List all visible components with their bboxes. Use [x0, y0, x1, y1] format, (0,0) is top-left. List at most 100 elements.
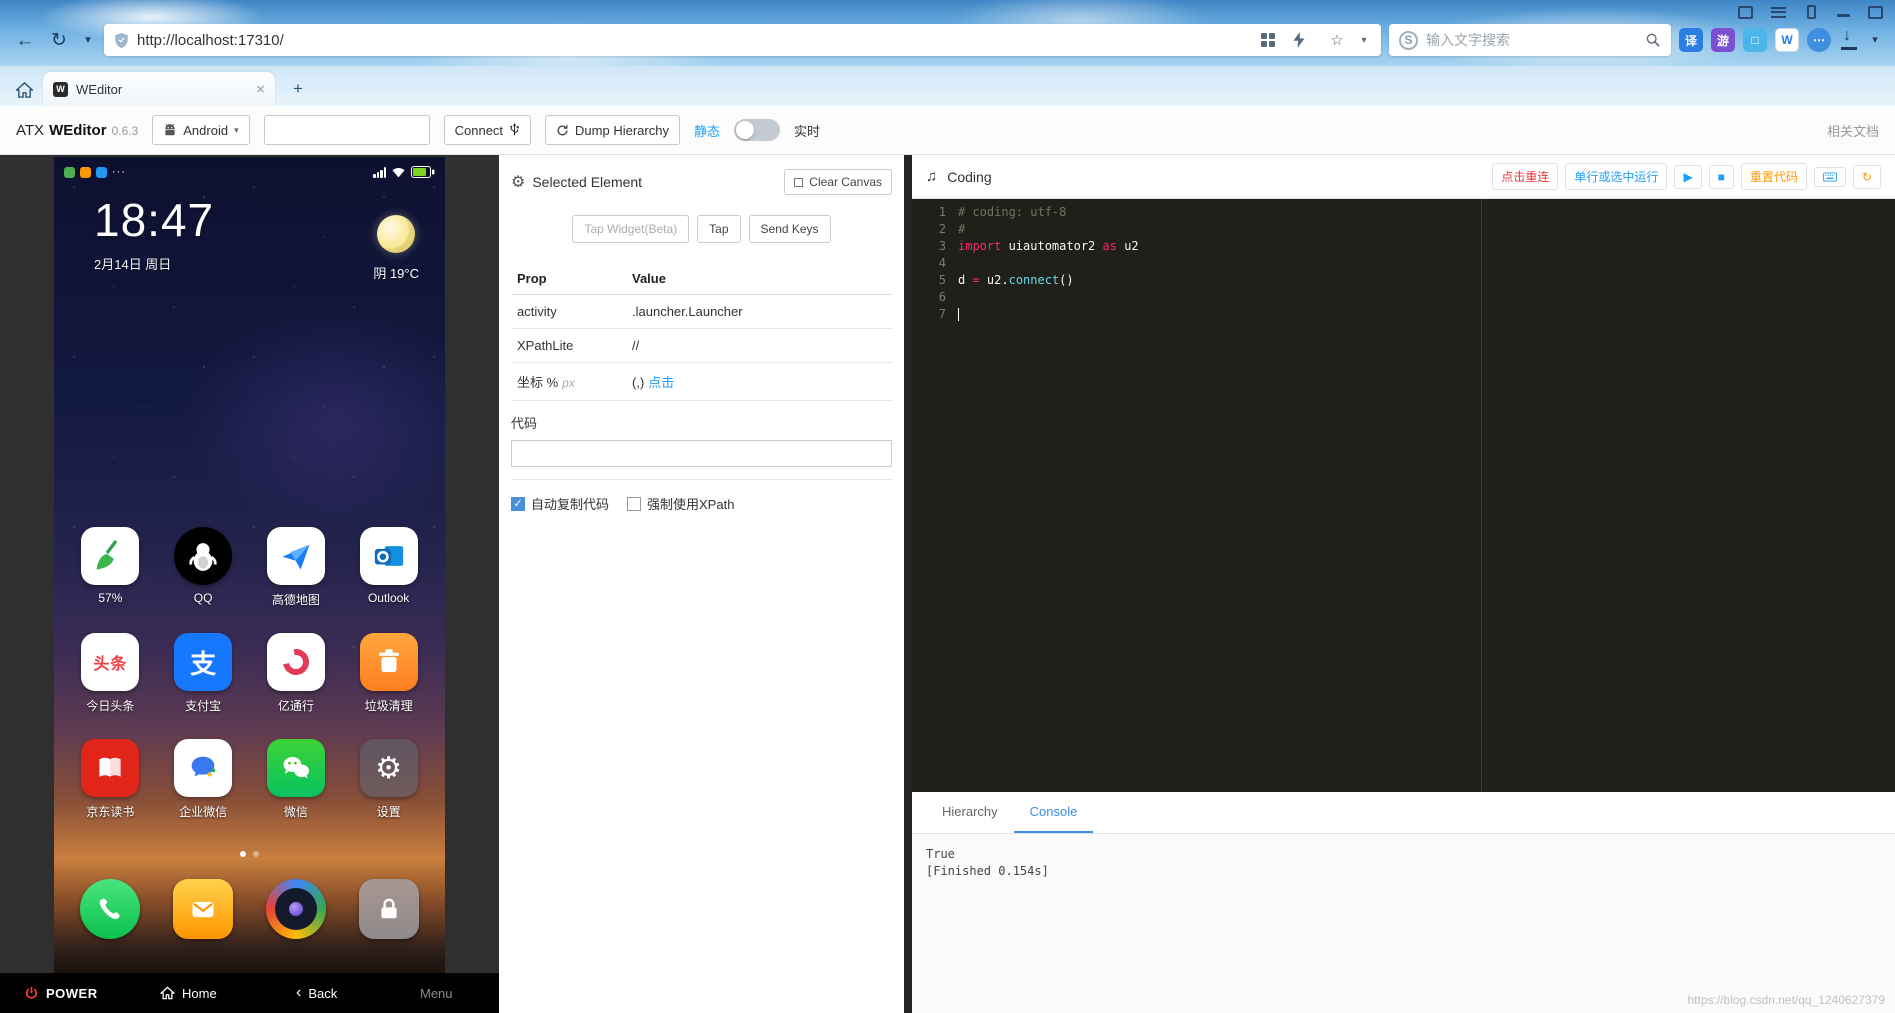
prop-value: (,)点击 — [626, 363, 892, 401]
dock-messages-app[interactable] — [157, 879, 250, 939]
mode-realtime-label[interactable]: 实时 — [794, 121, 820, 140]
options-row: ✓ 自动复制代码 强制使用XPath — [511, 494, 892, 513]
magnifier-icon[interactable] — [1645, 32, 1661, 48]
menu-button[interactable]: Menu — [420, 973, 453, 1013]
coding-header: ♫ Coding 点击重连 单行或选中运行 ▶ ■ 重置代码 ↻ — [912, 155, 1895, 199]
device-serial-input[interactable] — [264, 115, 430, 145]
connect-button[interactable]: Connect — [444, 115, 531, 145]
reload-code-button[interactable]: ↻ — [1853, 165, 1881, 189]
home-icon[interactable] — [16, 82, 33, 98]
translate-extension-icon[interactable]: 译 — [1679, 28, 1703, 52]
addressbar-dropdown-icon[interactable]: ▾ — [1357, 35, 1371, 46]
divider — [511, 479, 892, 480]
app-toutiao[interactable]: 头条 今日头条 — [64, 633, 157, 714]
refresh-icon[interactable]: ↻ — [46, 31, 72, 50]
reconnect-button[interactable]: 点击重连 — [1492, 163, 1558, 190]
turbo-icon[interactable] — [1293, 32, 1317, 48]
dock — [54, 879, 445, 939]
notes-extension-icon[interactable]: □ — [1743, 28, 1767, 52]
lockscreen-clock: 18:47 2月14日 周日 — [94, 193, 214, 273]
download-icon[interactable] — [1839, 30, 1859, 50]
app-alipay[interactable]: 支 支付宝 — [157, 633, 250, 714]
mode-static-label[interactable]: 静态 — [694, 121, 720, 140]
phone-sync-icon[interactable] — [1807, 5, 1816, 19]
device-screen-mirror[interactable]: ··· 18:47 2月14日 周日 阴 19°C — [54, 157, 445, 973]
tab-console[interactable]: Console — [1014, 792, 1094, 833]
page-dot-active — [240, 851, 246, 857]
panel-splitter[interactable] — [904, 155, 912, 1013]
auto-copy-label: 自动复制代码 — [531, 494, 609, 513]
browser-search-input[interactable] — [1426, 32, 1637, 48]
power-button[interactable]: POWER — [24, 973, 98, 1013]
back-button[interactable]: ‹ Back — [296, 973, 337, 1013]
wps-extension-icon[interactable]: W — [1775, 28, 1799, 52]
speed-dial-icon[interactable] — [1261, 33, 1285, 47]
app-trash-cleaner[interactable]: 垃圾清理 — [342, 633, 435, 714]
mode-toggle[interactable] — [734, 119, 780, 141]
inspector-header: ⚙ Selected Element Clear Canvas — [511, 169, 892, 195]
value-column-header: Value — [626, 263, 892, 295]
dump-hierarchy-button[interactable]: Dump Hierarchy — [545, 115, 680, 145]
dock-browser-app[interactable] — [250, 879, 343, 939]
app-amap[interactable]: 高德地图 — [250, 527, 343, 608]
tab-weditor[interactable]: W WEditor × — [43, 72, 275, 106]
console-output: True [Finished 0.154s] — [912, 834, 1895, 1013]
android-icon — [163, 124, 177, 136]
boss-window-icon[interactable] — [1738, 6, 1753, 19]
code-editor[interactable]: 1 2 3 4 5 6 7 # coding: utf-8 # import u… — [912, 199, 1895, 792]
dock-secure-folder-app[interactable] — [342, 879, 435, 939]
tab-title: WEditor — [76, 82, 248, 97]
generated-code-input[interactable] — [511, 440, 892, 467]
amap-paper-plane-icon — [267, 527, 325, 585]
tap-widget-button[interactable]: Tap Widget(Beta) — [572, 215, 689, 243]
home-button[interactable]: Home — [160, 973, 217, 1013]
game-extension-icon[interactable]: 游 — [1711, 28, 1735, 52]
app-label: 亿通行 — [278, 697, 314, 714]
tab-hierarchy[interactable]: Hierarchy — [926, 792, 1014, 833]
device-select[interactable]: Android ▾ — [152, 115, 249, 145]
maximize-icon[interactable] — [1868, 6, 1883, 19]
run-play-button[interactable]: ▶ — [1674, 165, 1701, 189]
back-icon[interactable]: ← — [12, 31, 38, 50]
new-tab-button[interactable]: + — [285, 78, 311, 100]
back-chevron-icon: ‹ — [296, 985, 301, 1001]
app-qq[interactable]: QQ — [157, 527, 250, 608]
tab-close-icon[interactable]: × — [256, 81, 265, 98]
app-grid: 57% QQ 高德地图 — [54, 527, 445, 820]
docs-link[interactable]: 相关文档 — [1827, 121, 1879, 140]
auto-copy-checkbox[interactable]: ✓ — [511, 497, 525, 511]
url-text[interactable]: http://localhost:17310/ — [137, 32, 1253, 49]
send-keys-button[interactable]: Send Keys — [749, 215, 831, 243]
history-dropdown-icon[interactable]: ▾ — [80, 35, 96, 46]
app-wechat[interactable]: 微信 — [250, 739, 343, 820]
brand-name: WEditor — [49, 122, 107, 139]
coords-click-link[interactable]: 点击 — [648, 375, 674, 390]
app-yitongxing[interactable]: 亿通行 — [250, 633, 343, 714]
app-jd-read[interactable]: 京东读书 — [64, 739, 157, 820]
search-engine-logo-icon[interactable]: S — [1399, 31, 1418, 50]
hamburger-menu-icon[interactable] — [1771, 7, 1786, 18]
app-settings[interactable]: ⚙ 设置 — [342, 739, 435, 820]
stop-button[interactable]: ■ — [1709, 165, 1734, 189]
bookmark-star-icon[interactable]: ☆ — [1325, 31, 1349, 49]
menu-dropdown-icon[interactable]: ▾ — [1867, 35, 1883, 46]
app-cleaner[interactable]: 57% — [64, 527, 157, 608]
code-content: # coding: utf-8 # import uiautomator2 as… — [958, 204, 1895, 792]
dock-phone-app[interactable] — [64, 879, 157, 939]
run-selection-button[interactable]: 单行或选中运行 — [1565, 163, 1667, 190]
clear-canvas-button[interactable]: Clear Canvas — [784, 169, 892, 195]
device-panel: ··· 18:47 2月14日 周日 阴 19°C — [0, 155, 499, 1013]
address-bar[interactable]: http://localhost:17310/ ☆ ▾ — [104, 24, 1381, 56]
tap-button[interactable]: Tap — [697, 215, 740, 243]
line-numbers: 1 2 3 4 5 6 7 — [912, 204, 958, 792]
coding-actions: 点击重连 单行或选中运行 ▶ ■ 重置代码 ↻ — [1492, 163, 1881, 190]
minimize-icon[interactable] — [1837, 8, 1850, 17]
force-xpath-checkbox[interactable] — [627, 497, 641, 511]
more-extensions-icon[interactable]: ⋯ — [1807, 28, 1831, 52]
app-outlook[interactable]: Outlook — [342, 527, 435, 608]
reset-code-button[interactable]: 重置代码 — [1741, 163, 1807, 190]
keyboard-button[interactable] — [1814, 167, 1846, 187]
app-label: Outlook — [368, 591, 409, 605]
app-wecom[interactable]: 企业微信 — [157, 739, 250, 820]
usb-icon — [509, 123, 520, 137]
